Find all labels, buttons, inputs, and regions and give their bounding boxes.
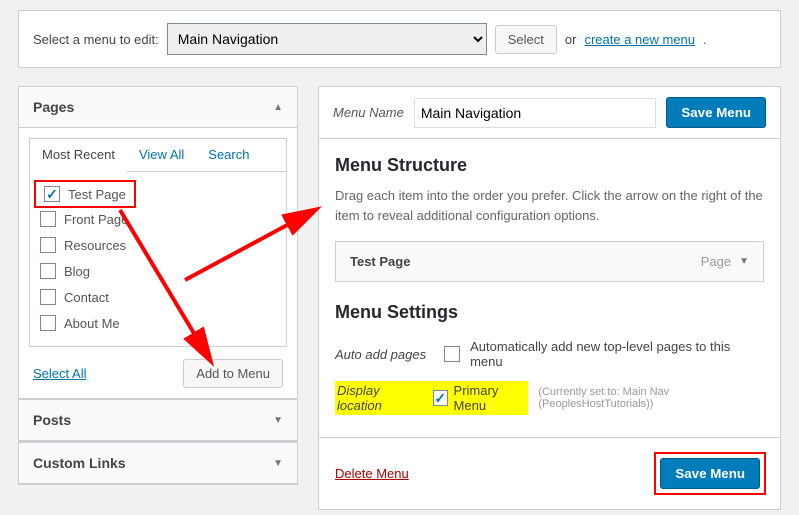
menu-item-test-page[interactable]: Test Page Page ▼ xyxy=(335,241,764,282)
tab-view-all[interactable]: View All xyxy=(127,139,196,171)
posts-accordion-header[interactable]: Posts ▼ xyxy=(19,400,297,441)
add-to-menu-button[interactable]: Add to Menu xyxy=(183,359,283,388)
collapse-icon: ▲ xyxy=(273,102,283,113)
menu-select-bar: Select a menu to edit: Main Navigation S… xyxy=(18,10,781,68)
tab-search[interactable]: Search xyxy=(196,139,261,171)
menu-header: Menu Name Save Menu xyxy=(318,86,781,139)
menu-name-label: Menu Name xyxy=(333,105,404,120)
pages-tabs: Most Recent View All Search xyxy=(29,138,287,172)
page-item-contact[interactable]: Contact xyxy=(30,284,286,310)
select-menu-label: Select a menu to edit: xyxy=(33,32,159,47)
expand-icon[interactable]: ▼ xyxy=(739,256,749,267)
pages-accordion-header[interactable]: Pages ▲ xyxy=(19,87,297,128)
page-item-about-me[interactable]: About Me xyxy=(30,310,286,336)
expand-icon: ▼ xyxy=(273,458,283,469)
custom-links-accordion-header[interactable]: Custom Links ▼ xyxy=(19,443,297,484)
select-button[interactable]: Select xyxy=(495,25,557,54)
menu-settings-title: Menu Settings xyxy=(335,302,764,323)
menu-dropdown[interactable]: Main Navigation xyxy=(167,23,487,55)
page-list: Test Page Front Page Resources Blog Cont… xyxy=(29,172,287,347)
page-item-blog[interactable]: Blog xyxy=(30,258,286,284)
checkbox[interactable] xyxy=(40,289,56,305)
checkbox[interactable] xyxy=(40,237,56,253)
display-location-checkbox[interactable] xyxy=(433,390,448,406)
page-item-front-page[interactable]: Front Page xyxy=(30,206,286,232)
display-location-row: Display location Primary Menu (Currently… xyxy=(335,375,764,421)
auto-add-checkbox[interactable] xyxy=(444,346,460,362)
checkbox-test-page[interactable] xyxy=(44,186,60,202)
save-menu-button-top[interactable]: Save Menu xyxy=(666,97,766,128)
checkbox[interactable] xyxy=(40,263,56,279)
or-text: or xyxy=(565,32,577,47)
structure-description: Drag each item into the order you prefer… xyxy=(335,186,764,225)
checkbox[interactable] xyxy=(40,211,56,227)
create-menu-link[interactable]: create a new menu xyxy=(584,32,695,47)
save-menu-button-bottom[interactable]: Save Menu xyxy=(660,458,760,489)
tab-most-recent[interactable]: Most Recent xyxy=(30,139,127,172)
menu-structure-title: Menu Structure xyxy=(335,155,764,176)
auto-add-row: Auto add pages Automatically add new top… xyxy=(335,333,764,375)
checkbox[interactable] xyxy=(40,315,56,331)
menu-name-input[interactable] xyxy=(414,98,657,128)
page-item-test-page[interactable]: Test Page xyxy=(36,182,134,206)
expand-icon: ▼ xyxy=(273,415,283,426)
delete-menu-link[interactable]: Delete Menu xyxy=(335,466,409,481)
page-item-resources[interactable]: Resources xyxy=(30,232,286,258)
select-all-link[interactable]: Select All xyxy=(33,366,86,381)
